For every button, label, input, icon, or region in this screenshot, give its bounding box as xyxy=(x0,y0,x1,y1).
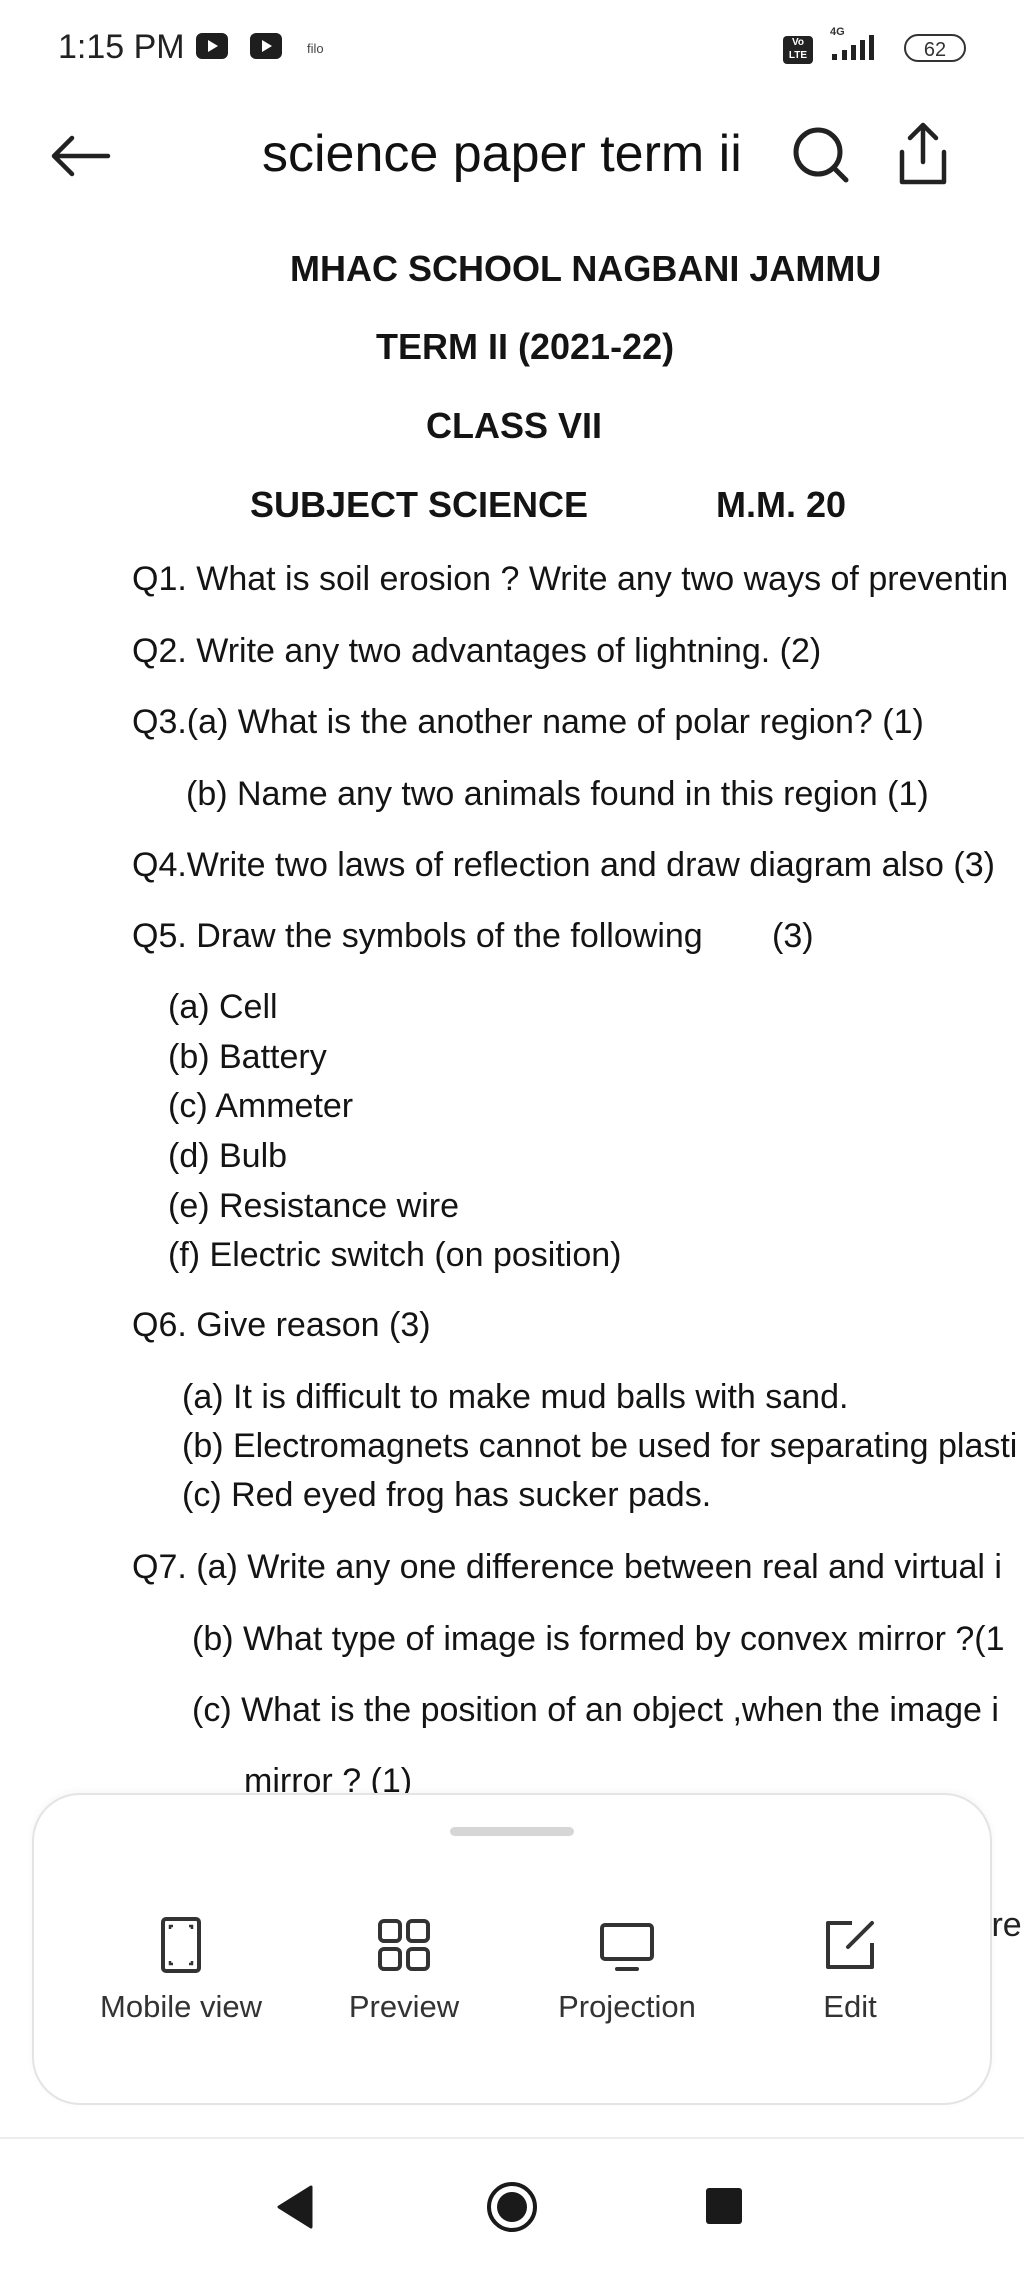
subject-heading: SUBJECT SCIENCE xyxy=(250,484,589,525)
monitor-icon xyxy=(600,1923,654,1971)
projection-label: Projection xyxy=(558,1989,696,2024)
question-line: Q3.(a) What is the another name of polar… xyxy=(132,703,924,741)
list-item: (e) Resistance wire xyxy=(168,1187,459,1225)
list-item: (b) Battery xyxy=(168,1038,327,1076)
question-line: Q4.Write two laws of reflection and draw… xyxy=(132,846,995,884)
battery-indicator: 62 xyxy=(904,34,966,62)
nav-back-icon[interactable] xyxy=(275,2185,315,2229)
mobile-view-label: Mobile view xyxy=(100,1989,262,2024)
preview-label: Preview xyxy=(348,1989,460,2024)
question-line: Q2. Write any two advantages of lightnin… xyxy=(132,632,822,670)
signal-strength-icon: 4G xyxy=(830,26,886,66)
view-options-sheet: Mobile view Preview Projection Edit xyxy=(32,1793,992,2105)
question-line: Q5. Draw the symbols of the following xyxy=(132,917,703,955)
term-heading: TERM II (2021-22) xyxy=(376,326,675,367)
question-line: (b) Name any two animals found in this r… xyxy=(186,775,929,813)
back-button[interactable] xyxy=(46,126,116,186)
projection-button[interactable]: Projection xyxy=(532,1915,722,2065)
question-line: (b) What type of image is formed by conv… xyxy=(192,1620,1005,1658)
preview-button[interactable]: Preview xyxy=(309,1915,499,2065)
youtube-icon xyxy=(250,33,282,59)
volte-badge: Vo LTE xyxy=(783,36,813,64)
mobile-view-icon xyxy=(161,1917,201,1973)
question-line: Q6. Give reason (3) xyxy=(132,1306,431,1344)
filo-notification-label: filo xyxy=(307,41,324,56)
list-item: (b) Electromagnets cannot be used for se… xyxy=(182,1427,1018,1465)
search-icon xyxy=(793,127,849,183)
edit-icon xyxy=(826,1921,874,1969)
list-item: (d) Bulb xyxy=(168,1137,288,1175)
youtube-icon xyxy=(196,33,228,59)
status-time: 1:15 PM xyxy=(58,28,185,66)
max-marks-heading: M.M. 20 xyxy=(716,484,847,525)
list-item: (c) Ammeter xyxy=(168,1087,354,1125)
app-header: science paper term ii xyxy=(0,100,1024,220)
document-title: science paper term ii xyxy=(262,125,742,183)
school-heading: MHAC SCHOOL NAGBANI JAMMU xyxy=(290,248,882,289)
share-icon xyxy=(899,122,947,185)
list-item: (f) Electric switch (on position) xyxy=(168,1236,622,1274)
grid-preview-icon xyxy=(378,1919,430,1971)
class-heading: CLASS VII xyxy=(426,405,603,446)
network-type-label: 4G xyxy=(830,26,845,38)
nav-home-icon[interactable] xyxy=(486,2181,538,2233)
question-line: Q1. What is soil erosion ? Write any two… xyxy=(132,560,1009,598)
document-page[interactable]: MHAC SCHOOL NAGBANI JAMMU TERM II (2021-… xyxy=(0,220,1024,1820)
system-nav-bar xyxy=(0,2139,1024,2275)
question-marks: (3) xyxy=(772,917,814,955)
edit-label: Edit xyxy=(823,1989,877,2024)
status-bar: 1:15 PM filo Vo LTE 4G 62 xyxy=(0,0,1024,100)
list-item: (a) Cell xyxy=(168,988,278,1026)
back-arrow-icon xyxy=(51,135,111,177)
question-line: Q7. (a) Write any one difference between… xyxy=(132,1548,1002,1586)
mobile-view-button[interactable]: Mobile view xyxy=(86,1915,276,2065)
share-button[interactable] xyxy=(888,118,958,190)
edit-button[interactable]: Edit xyxy=(755,1915,945,2065)
sheet-drag-handle[interactable] xyxy=(450,1827,574,1836)
nav-recent-icon[interactable] xyxy=(706,2188,742,2224)
list-item: (a) It is difficult to make mud balls wi… xyxy=(182,1378,849,1416)
search-button[interactable] xyxy=(786,122,856,188)
list-item: (c) Red eyed frog has sucker pads. xyxy=(182,1476,712,1514)
question-line: (c) What is the position of an object ,w… xyxy=(192,1691,999,1729)
